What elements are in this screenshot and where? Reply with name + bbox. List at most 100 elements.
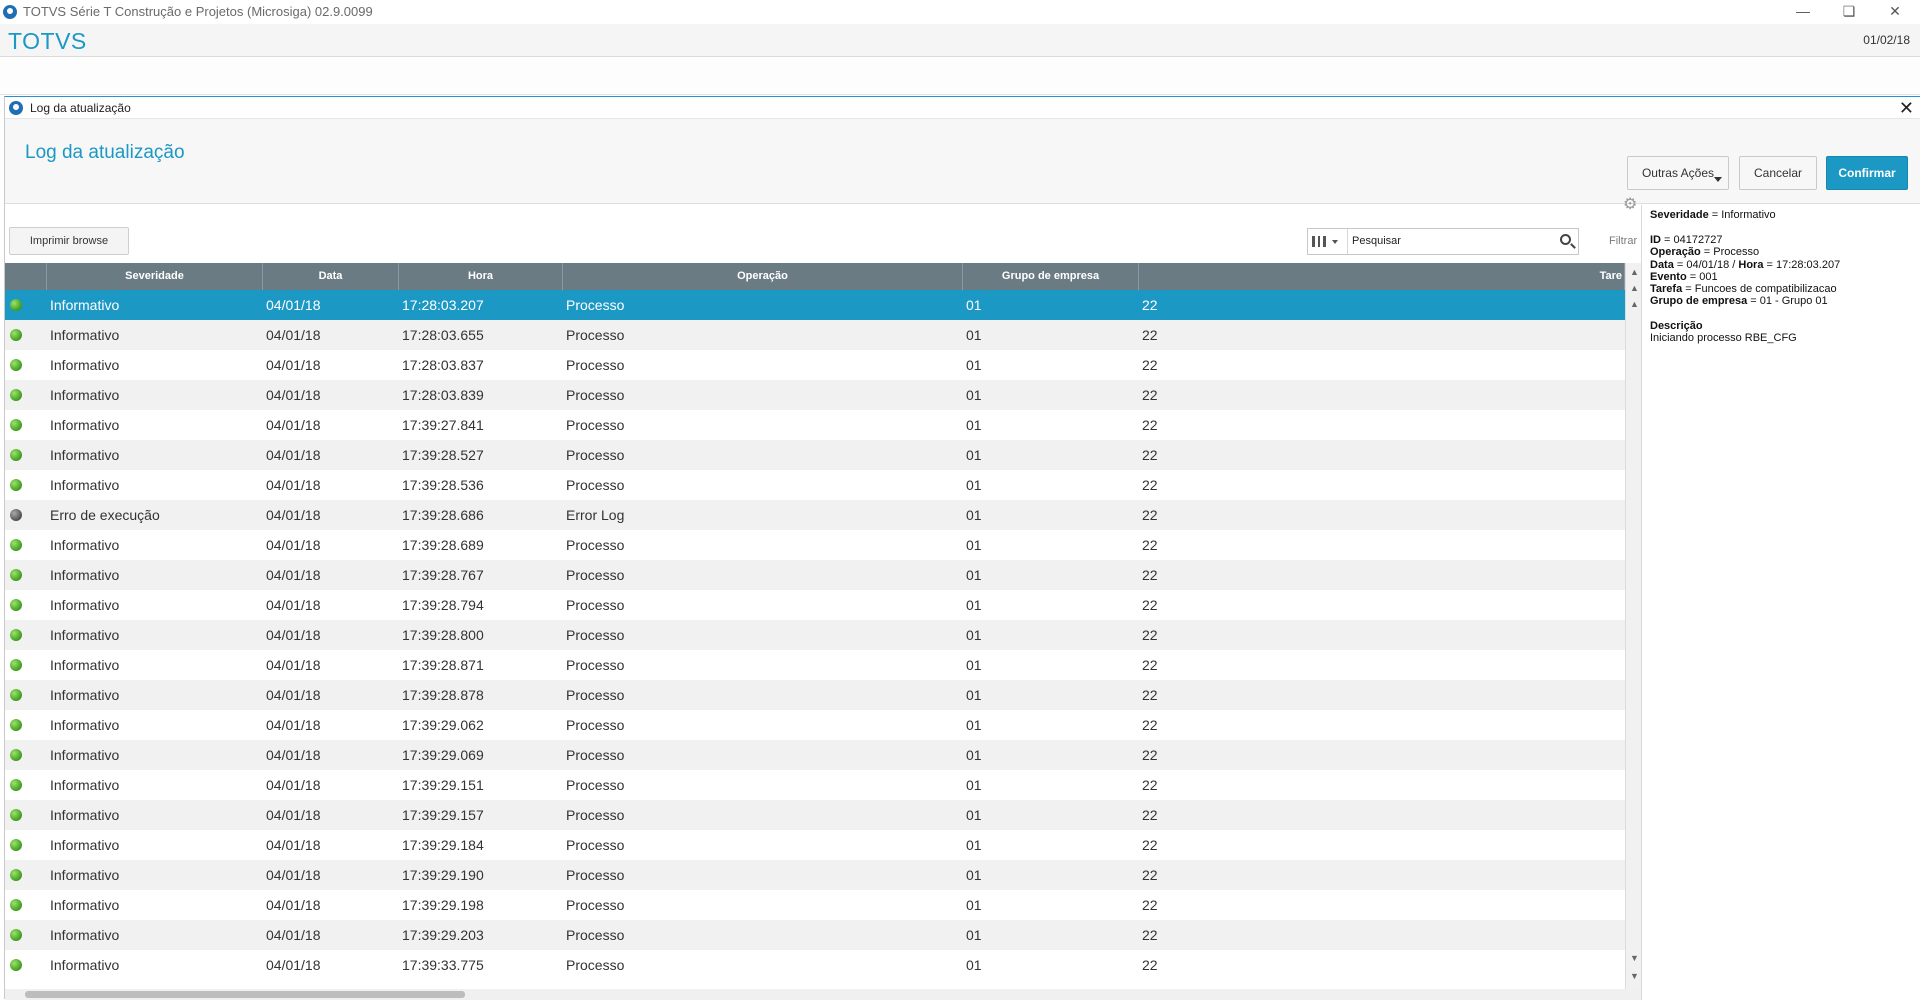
table-row[interactable]: Informativo 04/01/18 17:28:03.655 Processo 0… bbox=[5, 320, 1625, 350]
cell-hora: 17:39:29.203 bbox=[402, 927, 484, 943]
cell-hora: 17:39:28.686 bbox=[402, 507, 484, 523]
table-row[interactable]: Informativo 04/01/18 17:39:29.062 Processo 0… bbox=[5, 710, 1625, 740]
column-header-status[interactable] bbox=[5, 263, 47, 290]
cell-operacao: Processo bbox=[566, 717, 625, 733]
cell-grupo: 01 bbox=[966, 447, 982, 463]
cell-severidade: Informativo bbox=[50, 537, 120, 553]
filter-link[interactable]: Filtrar bbox=[1609, 235, 1637, 247]
table-row[interactable]: Informativo 04/01/18 17:39:27.841 Processo 0… bbox=[5, 410, 1625, 440]
scroll-down-icon[interactable]: ▼ bbox=[1630, 971, 1639, 981]
detail-operacao-value: = Processo bbox=[1700, 246, 1760, 258]
status-green-icon bbox=[10, 689, 22, 701]
scroll-top-icon[interactable]: ▲ bbox=[1630, 283, 1639, 293]
cell-operacao: Processo bbox=[566, 327, 625, 343]
chevron-down-icon[interactable] bbox=[1332, 240, 1338, 244]
cell-operacao: Processo bbox=[566, 567, 625, 583]
cell-data: 04/01/18 bbox=[266, 357, 321, 373]
table-row[interactable]: Informativo 04/01/18 17:39:28.767 Processo 0… bbox=[5, 560, 1625, 590]
table-row[interactable]: Informativo 04/01/18 17:39:28.800 Processo 0… bbox=[5, 620, 1625, 650]
table-row[interactable]: Informativo 04/01/18 17:39:29.151 Processo 0… bbox=[5, 770, 1625, 800]
scroll-page-up-icon[interactable]: ▲ bbox=[1630, 299, 1639, 309]
status-green-icon bbox=[10, 539, 22, 551]
restore-icon[interactable]: ❏ bbox=[1826, 0, 1872, 24]
vertical-scrollbar[interactable]: ▲ ▲ ▲ ▼ ▼ bbox=[1625, 263, 1641, 989]
horizontal-scrollbar[interactable] bbox=[5, 989, 1641, 1000]
cell-hora: 17:39:28.794 bbox=[402, 597, 484, 613]
dialog-close-icon[interactable]: ✕ bbox=[1899, 97, 1914, 119]
dialog-app-icon bbox=[9, 101, 23, 115]
status-green-icon bbox=[10, 899, 22, 911]
status-green-icon bbox=[10, 809, 22, 821]
table-row[interactable]: Informativo 04/01/18 17:28:03.839 Processo 0… bbox=[5, 380, 1625, 410]
table-row[interactable]: Informativo 04/01/18 17:39:28.536 Processo 0… bbox=[5, 470, 1625, 500]
detail-data-label: Data bbox=[1650, 259, 1674, 271]
cell-tarefa: 22 bbox=[1142, 717, 1158, 733]
cell-grupo: 01 bbox=[966, 357, 982, 373]
detail-id: ID = 04172727 bbox=[1650, 234, 1722, 246]
detail-severidade-label: Severidade bbox=[1650, 209, 1709, 221]
cell-grupo: 01 bbox=[966, 807, 982, 823]
table-row[interactable]: Informativo 04/01/18 17:39:29.198 Processo 0… bbox=[5, 890, 1625, 920]
table-row[interactable]: Informativo 04/01/18 17:39:29.157 Processo 0… bbox=[5, 800, 1625, 830]
horizontal-scroll-thumb[interactable] bbox=[25, 991, 465, 998]
outras-acoes-button[interactable]: Outras Ações bbox=[1627, 156, 1729, 190]
cell-grupo: 01 bbox=[966, 477, 982, 493]
print-browse-button[interactable]: Imprimir browse bbox=[9, 227, 129, 255]
chevron-down-icon bbox=[1714, 177, 1722, 182]
minimize-icon[interactable]: — bbox=[1780, 0, 1826, 24]
search-icon[interactable] bbox=[1560, 234, 1571, 245]
column-header-operacao[interactable]: Operação bbox=[563, 263, 963, 290]
column-header-data[interactable]: Data bbox=[263, 263, 399, 290]
table-row[interactable]: Informativo 04/01/18 17:39:29.069 Processo 0… bbox=[5, 740, 1625, 770]
cell-grupo: 01 bbox=[966, 537, 982, 553]
status-green-icon bbox=[10, 659, 22, 671]
cell-hora: 17:39:28.800 bbox=[402, 627, 484, 643]
column-header-hora[interactable]: Hora bbox=[399, 263, 563, 290]
close-window-icon[interactable]: ✕ bbox=[1872, 0, 1918, 24]
cell-grupo: 01 bbox=[966, 327, 982, 343]
cell-tarefa: 22 bbox=[1142, 537, 1158, 553]
table-row[interactable]: Informativo 04/01/18 17:39:29.184 Processo 0… bbox=[5, 830, 1625, 860]
table-row[interactable]: Informativo 04/01/18 17:39:33.775 Processo 0… bbox=[5, 950, 1625, 980]
column-header-grupo[interactable]: Grupo de empresa bbox=[963, 263, 1139, 290]
detail-severidade-value: = Informativo bbox=[1708, 209, 1776, 221]
detail-operacao: Operação = Processo bbox=[1650, 246, 1759, 258]
cell-severidade: Informativo bbox=[50, 867, 120, 883]
columns-icon[interactable] bbox=[1312, 236, 1326, 247]
search-input[interactable] bbox=[1352, 232, 1552, 250]
dialog-title: Log da atualização bbox=[30, 101, 131, 115]
column-header-severidade[interactable]: Severidade bbox=[47, 263, 263, 290]
cell-grupo: 01 bbox=[966, 747, 982, 763]
table-row[interactable]: Erro de execução 04/01/18 17:39:28.686 Erro… bbox=[5, 500, 1625, 530]
table-row[interactable]: Informativo 04/01/18 17:39:28.689 Processo 0… bbox=[5, 530, 1625, 560]
table-row[interactable]: Informativo 04/01/18 17:39:29.203 Processo 0… bbox=[5, 920, 1625, 950]
gear-icon[interactable]: ⚙ bbox=[1623, 194, 1637, 214]
cell-grupo: 01 bbox=[966, 297, 982, 313]
detail-grupo: Grupo de empresa = 01 - Grupo 01 bbox=[1650, 295, 1828, 307]
table-row[interactable]: Informativo 04/01/18 17:39:28.871 Processo 0… bbox=[5, 650, 1625, 680]
table-row[interactable]: Informativo 04/01/18 17:28:03.207 Processo 0… bbox=[5, 290, 1625, 320]
cancel-button[interactable]: Cancelar bbox=[1739, 156, 1817, 190]
detail-data-hora: Data = 04/01/18 / Hora = 17:28:03.207 bbox=[1650, 259, 1840, 271]
confirm-button[interactable]: Confirmar bbox=[1826, 156, 1908, 190]
table-row[interactable]: Informativo 04/01/18 17:39:29.190 Processo 0… bbox=[5, 860, 1625, 890]
table-row[interactable]: Informativo 04/01/18 17:39:28.794 Processo 0… bbox=[5, 590, 1625, 620]
table-row[interactable]: Informativo 04/01/18 17:39:28.878 Processo 0… bbox=[5, 680, 1625, 710]
scroll-page-down-icon[interactable]: ▼ bbox=[1630, 953, 1639, 963]
cell-tarefa: 22 bbox=[1142, 957, 1158, 973]
detail-data-value: = 04/01/18 / bbox=[1673, 259, 1739, 271]
table-row[interactable]: Informativo 04/01/18 17:28:03.837 Processo 0… bbox=[5, 350, 1625, 380]
detail-grupo-label: Grupo de empresa bbox=[1650, 295, 1748, 307]
table-row[interactable]: Informativo 04/01/18 17:39:28.527 Processo 0… bbox=[5, 440, 1625, 470]
detail-id-value: = 04172727 bbox=[1661, 234, 1723, 246]
detail-evento-value: = 001 bbox=[1686, 271, 1718, 283]
cell-severidade: Informativo bbox=[50, 417, 120, 433]
cell-operacao: Processo bbox=[566, 447, 625, 463]
detail-grupo-value: = 01 - Grupo 01 bbox=[1747, 295, 1828, 307]
cell-severidade: Informativo bbox=[50, 477, 120, 493]
column-header-tarefa[interactable]: Tare bbox=[1139, 263, 1625, 290]
scroll-up-icon[interactable]: ▲ bbox=[1630, 267, 1639, 277]
cell-hora: 17:39:33.775 bbox=[402, 957, 484, 973]
cell-hora: 17:39:28.536 bbox=[402, 477, 484, 493]
cell-grupo: 01 bbox=[966, 387, 982, 403]
